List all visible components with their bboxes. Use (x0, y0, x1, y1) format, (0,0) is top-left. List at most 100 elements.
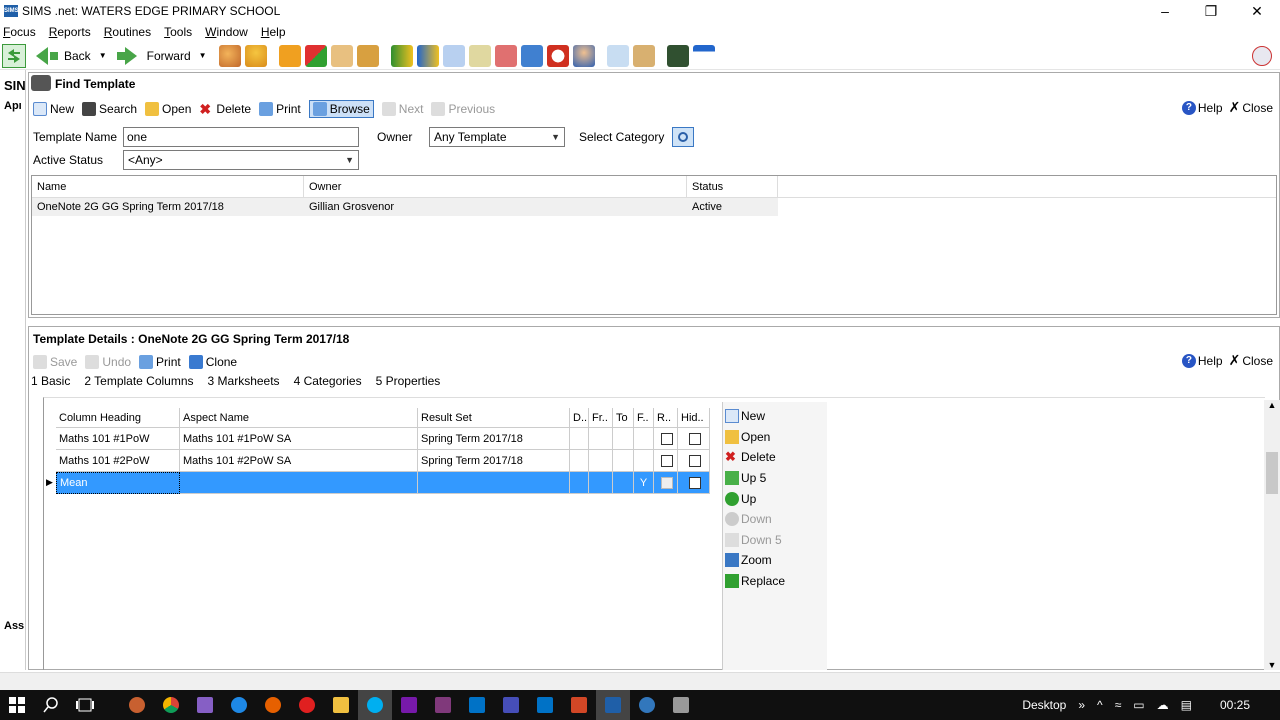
scroll-thumb[interactable] (1266, 452, 1278, 494)
cell-fr[interactable] (589, 472, 613, 494)
messages-icon[interactable] (632, 44, 655, 67)
book-icon[interactable] (278, 44, 301, 67)
previous-button[interactable]: Previous (431, 102, 495, 116)
hidden-checkbox[interactable] (689, 454, 701, 467)
taskbar-app-firefox[interactable] (256, 690, 290, 720)
table-row[interactable]: OneNote 2G GG Spring Term 2017/18 Gillia… (32, 198, 778, 216)
details-scrollbar[interactable]: ▲ ▼ (1264, 400, 1280, 670)
cell-result-set[interactable]: Spring Term 2017/18 (418, 428, 570, 450)
cell-f[interactable] (634, 450, 654, 472)
minimize-button[interactable]: – (1142, 0, 1188, 22)
help-button[interactable]: ? Help (1181, 100, 1223, 115)
zoom-button[interactable]: Zoom (723, 550, 827, 571)
cell-to[interactable] (613, 472, 634, 494)
clock-icon[interactable] (546, 44, 569, 67)
tab-basic[interactable]: 1 Basic (31, 374, 70, 388)
col-hidden[interactable]: Hid.. (678, 408, 710, 428)
taskbar-app-tool[interactable] (664, 690, 698, 720)
clock-time[interactable]: 00:25 (1220, 698, 1250, 712)
scroll-down-icon[interactable]: ▼ (1264, 660, 1280, 670)
cell-aspect-name[interactable]: Maths 101 #2PoW SA (180, 450, 418, 472)
pupil-icon[interactable] (494, 44, 517, 67)
tab-categories[interactable]: 4 Categories (294, 374, 362, 388)
taskbar-app-edge-2[interactable] (630, 690, 664, 720)
start-button[interactable] (0, 690, 34, 720)
hidden-checkbox[interactable] (689, 476, 701, 489)
browse-button[interactable]: Browse (308, 100, 374, 118)
battery-icon[interactable]: ▭ (1133, 698, 1144, 712)
hidden-checkbox[interactable] (689, 432, 701, 445)
taskbar-search-button[interactable] (34, 690, 68, 720)
col-r[interactable]: R.. (654, 408, 678, 428)
taskbar-app-explorer[interactable] (324, 690, 358, 720)
col-result-set[interactable]: Result Set (418, 408, 570, 428)
students-icon[interactable] (218, 44, 241, 67)
r-checkbox[interactable] (661, 432, 673, 445)
taskbar-app-chrome[interactable] (154, 690, 188, 720)
col-fr[interactable]: Fr.. (589, 408, 613, 428)
column-open-button[interactable]: Open (723, 427, 827, 448)
up5-button[interactable]: Up 5 (723, 468, 827, 489)
taskbar-app-onenote[interactable] (392, 690, 426, 720)
cell-to[interactable] (613, 450, 634, 472)
cell-fr[interactable] (589, 450, 613, 472)
edit-icon[interactable] (468, 44, 491, 67)
taskbar-app-skype[interactable] (358, 690, 392, 720)
taskbar-app-sims[interactable] (596, 690, 630, 720)
template-name-input[interactable] (123, 127, 359, 147)
r-checkbox[interactable] (661, 476, 673, 489)
cell-to[interactable] (613, 428, 634, 450)
notebook-icon[interactable] (442, 44, 465, 67)
close-window-button[interactable]: ✕ (1234, 0, 1280, 22)
taskbar-app-edge[interactable] (222, 690, 256, 720)
back-dropdown-icon[interactable]: ▼ (99, 51, 107, 60)
select-category-button[interactable] (672, 127, 695, 147)
contact-icon[interactable] (244, 44, 267, 67)
cell-d[interactable] (570, 450, 589, 472)
logout-icon[interactable] (1252, 46, 1272, 66)
cell-column-heading[interactable]: Maths 101 #1PoW (56, 428, 180, 450)
col-aspect-name[interactable]: Aspect Name (180, 408, 418, 428)
toggle-navigation-icon[interactable] (2, 43, 26, 68)
open-button[interactable]: Open (145, 102, 191, 116)
col-column-heading[interactable]: Column Heading (56, 408, 180, 428)
wifi-icon[interactable]: ≈ (1115, 698, 1122, 712)
forward-dropdown-icon[interactable]: ▼ (199, 51, 207, 60)
notification-icon[interactable]: ▤ (1181, 698, 1192, 712)
flag-icon[interactable] (304, 44, 327, 67)
undo-button[interactable]: Undo (85, 355, 131, 369)
back-button[interactable]: Back ▼ (36, 46, 107, 65)
table-row-selected[interactable]: Mean Y (56, 472, 710, 494)
menu-tools[interactable]: Tools (161, 25, 196, 39)
details-close-button[interactable]: ✗ Close (1229, 352, 1273, 369)
taskbar-app-yammer[interactable] (460, 690, 494, 720)
menu-focus[interactable]: Focus (0, 25, 40, 39)
menu-reports[interactable]: Reports (46, 25, 95, 39)
desktop-toolbar[interactable]: Desktop (1022, 698, 1066, 712)
photo-icon[interactable] (666, 44, 689, 67)
replace-button[interactable]: Replace (723, 571, 827, 592)
tab-template-columns[interactable]: 2 Template Columns (84, 374, 193, 388)
restore-button[interactable]: ❐ (1188, 0, 1234, 22)
cloud-icon[interactable]: ☁ (1157, 698, 1169, 712)
details-print-button[interactable]: Print (139, 355, 181, 369)
chart-icon[interactable] (390, 44, 413, 67)
assessment-icon[interactable] (416, 44, 439, 67)
new-button[interactable]: New (33, 102, 74, 116)
down-button[interactable]: Down (723, 509, 827, 530)
cell-f[interactable]: Y (634, 472, 654, 494)
owner-select[interactable]: Any Template ▼ (429, 127, 565, 147)
column-delete-button[interactable]: ✖ Delete (723, 447, 827, 468)
cell-column-heading[interactable]: Mean (56, 472, 180, 494)
left-strip-tab[interactable]: Apı (4, 100, 22, 112)
cell-f[interactable] (634, 428, 654, 450)
taskbar-app-teams[interactable] (494, 690, 528, 720)
close-button[interactable]: ✗ Close (1229, 99, 1273, 116)
taskbar-app-xmind[interactable] (290, 690, 324, 720)
task-view-button[interactable] (68, 690, 102, 720)
next-button[interactable]: Next (381, 102, 423, 116)
staff-icon[interactable] (356, 44, 379, 67)
delete-button[interactable]: ✖ Delete (199, 102, 251, 116)
tray-up-arrow-icon[interactable]: ^ (1097, 698, 1103, 712)
col-d[interactable]: D.. (570, 408, 589, 428)
